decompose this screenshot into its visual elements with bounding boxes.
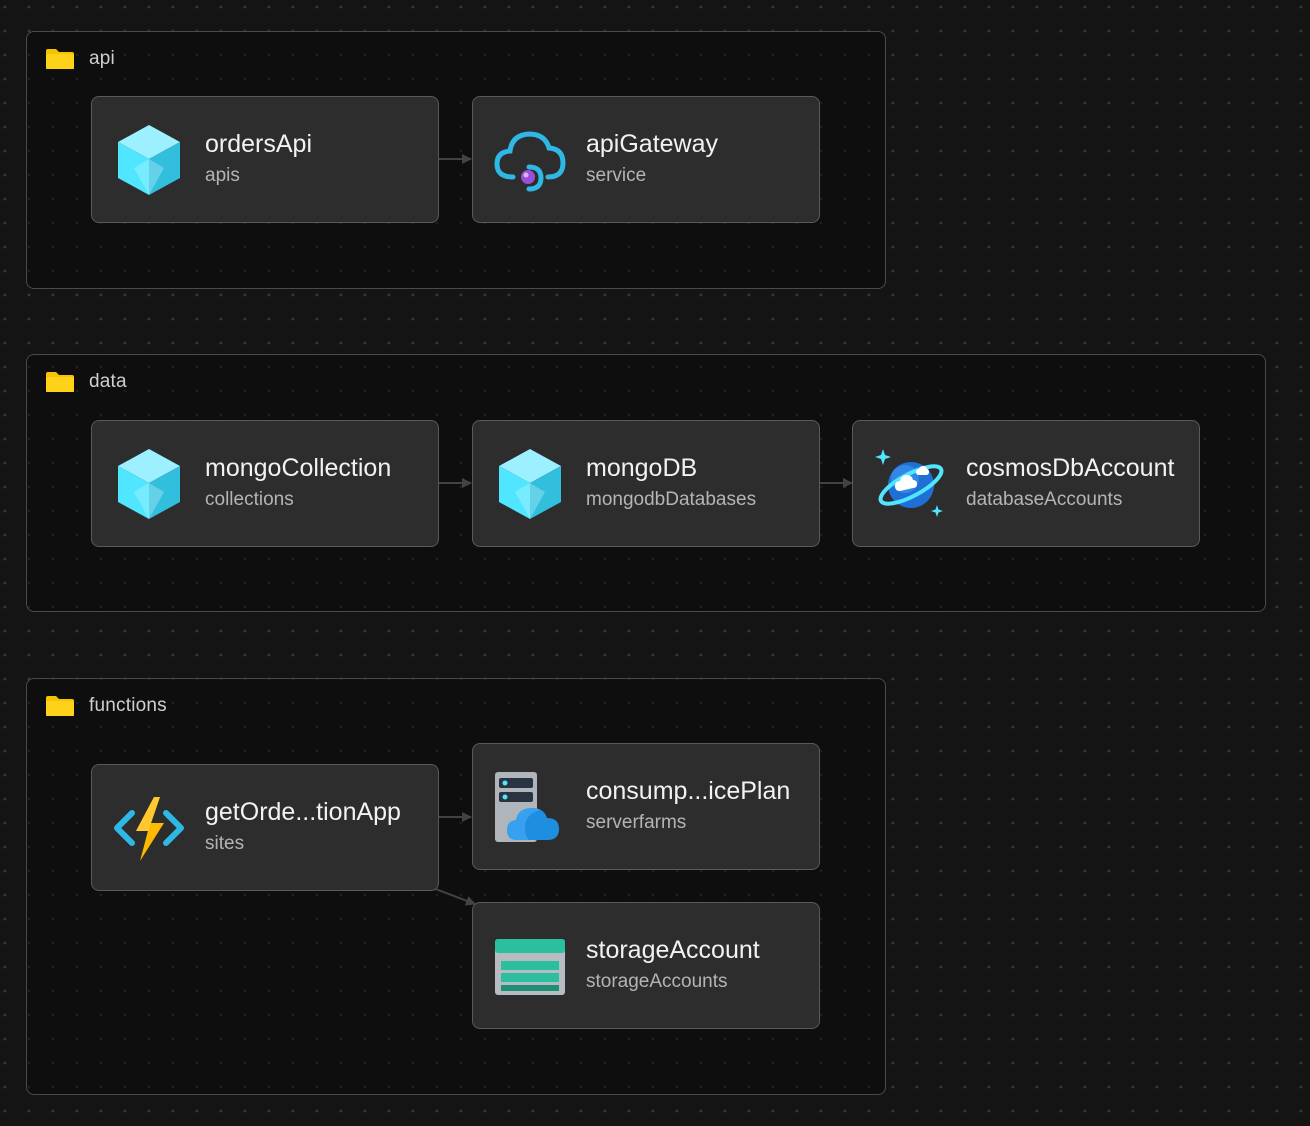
node-mongoDB[interactable]: mongoDB mongodbDatabases	[472, 420, 820, 547]
node-text: mongoCollection collections	[205, 453, 391, 512]
group-header: data	[45, 371, 127, 393]
node-getOrdersFunctionApp[interactable]: getOrde...tionApp sites	[91, 764, 439, 891]
node-text: storageAccount storageAccounts	[586, 935, 760, 994]
node-text: apiGateway service	[586, 129, 718, 188]
group-label: functions	[89, 695, 167, 716]
node-subtitle: sites	[205, 833, 245, 854]
cloud-gateway-icon	[494, 131, 566, 192]
node-consumptionServicePlan[interactable]: consump...icePlan serverfarms	[472, 743, 820, 870]
group-label: api	[89, 48, 115, 69]
node-title: mongoCollection	[205, 454, 392, 482]
node-ordersApi[interactable]: ordersApi apis	[91, 96, 439, 223]
cube-icon	[118, 449, 180, 519]
diagram-canvas[interactable]: api data functions ordersApi apis apiGat…	[0, 0, 1310, 1126]
node-storageAccount[interactable]: storageAccount storageAccounts	[472, 902, 820, 1029]
node-apiGateway[interactable]: apiGateway service	[472, 96, 820, 223]
node-text: cosmosDbAccount databaseAccounts	[966, 453, 1174, 512]
group-header: functions	[45, 695, 167, 717]
node-title: storageAccount	[586, 936, 760, 964]
storage-icon	[495, 939, 565, 995]
server-cloud-icon	[495, 772, 559, 842]
folder-icon	[46, 49, 74, 69]
cube-icon	[118, 125, 180, 195]
node-text: ordersApi apis	[205, 129, 312, 188]
node-title: getOrde...tionApp	[205, 798, 401, 826]
node-subtitle: databaseAccounts	[966, 489, 1123, 510]
folder-icon	[46, 372, 74, 392]
group-header: api	[45, 48, 115, 70]
node-subtitle: apis	[205, 165, 240, 186]
node-subtitle: storageAccounts	[586, 971, 728, 992]
node-subtitle: collections	[205, 489, 294, 510]
node-title: apiGateway	[586, 130, 719, 158]
node-text: consump...icePlan serverfarms	[586, 776, 790, 835]
node-cosmosDbAccount[interactable]: cosmosDbAccount databaseAccounts	[852, 420, 1200, 547]
node-title: ordersApi	[205, 130, 312, 158]
node-text: getOrde...tionApp sites	[205, 797, 401, 856]
node-subtitle: serverfarms	[586, 812, 687, 833]
group-label: data	[89, 371, 127, 392]
node-title: consump...icePlan	[586, 777, 791, 805]
node-title: mongoDB	[586, 454, 698, 482]
cube-icon	[499, 449, 561, 519]
node-title: cosmosDbAccount	[966, 454, 1175, 482]
node-subtitle: mongodbDatabases	[586, 489, 757, 510]
function-bolt-icon	[114, 797, 184, 861]
cosmos-planet-icon	[875, 449, 944, 517]
node-text: mongoDB mongodbDatabases	[586, 453, 756, 512]
node-subtitle: service	[586, 165, 647, 186]
folder-icon	[46, 696, 74, 716]
node-mongoCollection[interactable]: mongoCollection collections	[91, 420, 439, 547]
